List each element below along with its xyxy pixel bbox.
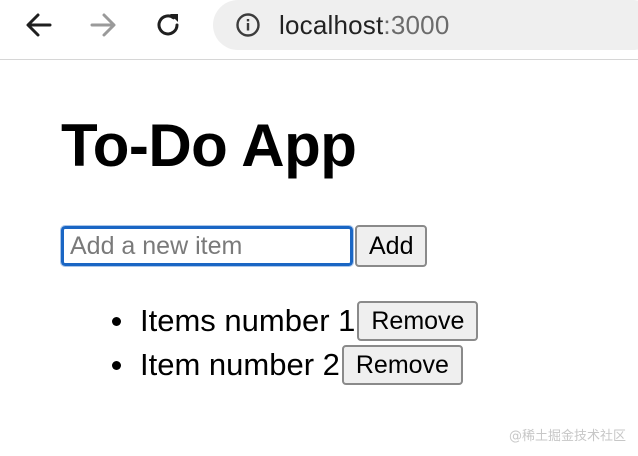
url-text[interactable]: localhost:3000	[279, 10, 450, 41]
todo-list: Items number 1 Remove Item number 2 Remo…	[112, 299, 479, 387]
address-bar[interactable]: localhost:3000	[213, 0, 638, 50]
forward-button[interactable]	[86, 8, 120, 42]
item-text: Item number 2	[140, 347, 340, 382]
reload-icon	[157, 14, 179, 36]
info-icon[interactable]	[235, 12, 261, 38]
watermark: @稀土掘金技术社区	[508, 429, 626, 444]
bullet-icon	[112, 360, 121, 370]
new-item-input[interactable]	[60, 225, 354, 267]
browser-toolbar: localhost:3000	[0, 0, 638, 60]
arrow-right-icon	[90, 13, 116, 37]
url-port: :3000	[383, 9, 450, 40]
list-item: Items number 1 Remove	[112, 299, 479, 343]
reload-button[interactable]	[151, 8, 185, 42]
add-item-form: Add	[60, 225, 428, 267]
add-button[interactable]: Add	[355, 225, 428, 267]
remove-button[interactable]: Remove	[341, 345, 463, 385]
list-item: Item number 2 Remove	[112, 343, 478, 387]
arrow-left-icon	[26, 13, 52, 37]
remove-button[interactable]: Remove	[357, 301, 479, 341]
back-button[interactable]	[22, 8, 56, 42]
url-host: localhost	[279, 9, 384, 40]
item-text: Items number 1	[140, 303, 356, 338]
page-content: To-Do App Add Items number 1 Remove Item…	[0, 61, 638, 456]
page-title: To-Do App	[61, 112, 357, 179]
bullet-icon	[112, 316, 121, 326]
